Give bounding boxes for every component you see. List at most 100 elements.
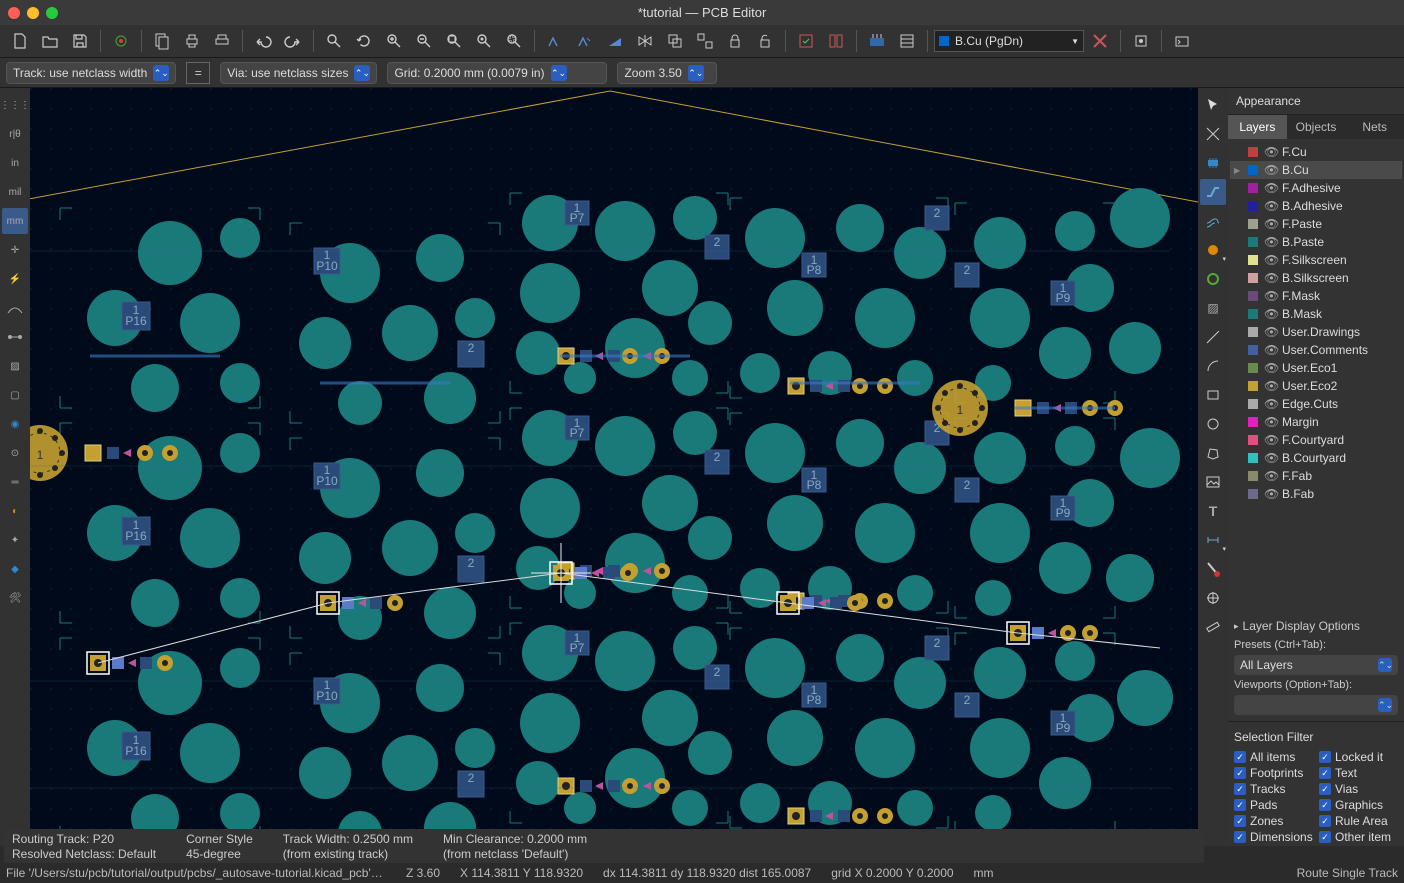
zoom-selection-icon[interactable]	[500, 27, 528, 55]
find-icon[interactable]	[320, 27, 348, 55]
visibility-eye-icon[interactable]: 👁	[1264, 343, 1276, 357]
layer-color-swatch[interactable]	[1248, 255, 1258, 265]
layer-color-swatch[interactable]	[1248, 201, 1258, 211]
visibility-eye-icon[interactable]: 👁	[1264, 397, 1276, 411]
filter-tracks[interactable]: ✓Tracks	[1234, 782, 1313, 796]
properties-icon[interactable]: 🛠	[2, 585, 28, 611]
visibility-eye-icon[interactable]: 👁	[1264, 235, 1276, 249]
filter-all-items[interactable]: ✓All items	[1234, 750, 1313, 764]
measure-tool-icon[interactable]	[1200, 614, 1226, 640]
ratsnest-toggle-icon[interactable]: ⚡	[2, 266, 28, 292]
layer-display-options[interactable]: Layer Display Options	[1228, 615, 1404, 637]
visibility-eye-icon[interactable]: 👁	[1264, 487, 1276, 501]
filter-footprints[interactable]: ✓Footprints	[1234, 766, 1313, 780]
layer-row-f-courtyard[interactable]: 👁F.Courtyard	[1230, 431, 1402, 449]
checkbox-icon[interactable]: ✓	[1234, 767, 1246, 779]
local-ratsnest-icon[interactable]	[1200, 121, 1226, 147]
schematic-icon[interactable]	[893, 27, 921, 55]
new-file-icon[interactable]	[6, 27, 34, 55]
visibility-eye-icon[interactable]: 👁	[1264, 181, 1276, 195]
visibility-eye-icon[interactable]: 👁	[1264, 433, 1276, 447]
layer-color-swatch[interactable]	[1248, 165, 1258, 175]
layer-color-swatch[interactable]	[1248, 489, 1258, 499]
filter-vias[interactable]: ✓Vias	[1319, 782, 1398, 796]
status-units[interactable]: mm	[974, 866, 994, 880]
page-settings-icon[interactable]	[148, 27, 176, 55]
refresh-icon[interactable]	[350, 27, 378, 55]
pcb-canvas[interactable]: 1 P7 2	[30, 88, 1198, 846]
visibility-eye-icon[interactable]: 👁	[1264, 271, 1276, 285]
layer-row-b-silkscreen[interactable]: 👁B.Silkscreen	[1230, 269, 1402, 287]
print-icon[interactable]	[178, 27, 206, 55]
add-via-icon[interactable]	[1200, 266, 1226, 292]
checkbox-icon[interactable]: ✓	[1319, 799, 1331, 811]
layer-row-f-silkscreen[interactable]: 👁F.Silkscreen	[1230, 251, 1402, 269]
layer-row-b-cu[interactable]: ▶👁B.Cu	[1230, 161, 1402, 179]
layer-color-swatch[interactable]	[1248, 327, 1258, 337]
layer-row-f-adhesive[interactable]: 👁F.Adhesive	[1230, 179, 1402, 197]
layer-manager-icon[interactable]: ◆	[2, 556, 28, 582]
layer-row-user-drawings[interactable]: 👁User.Drawings	[1230, 323, 1402, 341]
layer-row-b-paste[interactable]: 👁B.Paste	[1230, 233, 1402, 251]
add-dimension-icon[interactable]: ▾	[1200, 527, 1226, 553]
cursor-shape-icon[interactable]: ✛	[2, 237, 28, 263]
group-icon[interactable]	[661, 27, 689, 55]
visibility-eye-icon[interactable]: 👁	[1264, 307, 1276, 321]
visibility-eye-icon[interactable]: 👁	[1264, 199, 1276, 213]
zone-display-icon[interactable]: ▨	[2, 353, 28, 379]
layers-list[interactable]: 👁F.Cu▶👁B.Cu👁F.Adhesive👁B.Adhesive👁F.Past…	[1228, 139, 1404, 615]
set-origin-icon[interactable]	[1200, 585, 1226, 611]
add-image-icon[interactable]	[1200, 469, 1226, 495]
tab-layers[interactable]: Layers	[1228, 115, 1287, 139]
visibility-eye-icon[interactable]: 👁	[1264, 361, 1276, 375]
checkbox-icon[interactable]: ✓	[1234, 815, 1246, 827]
filter-text[interactable]: ✓Text	[1319, 766, 1398, 780]
redo-icon[interactable]	[279, 27, 307, 55]
zoom-fit-icon[interactable]	[440, 27, 468, 55]
undo-icon[interactable]	[249, 27, 277, 55]
viewports-select[interactable]: ⌃⌄	[1234, 695, 1398, 715]
presets-select[interactable]: All Layers ⌃⌄	[1234, 655, 1398, 675]
filter-pads[interactable]: ✓Pads	[1234, 798, 1313, 812]
mils-unit-icon[interactable]: mil	[2, 179, 28, 205]
tune-length-icon[interactable]: ▾	[1200, 237, 1226, 263]
rotate-ccw-icon[interactable]	[541, 27, 569, 55]
layer-color-swatch[interactable]	[1248, 435, 1258, 445]
layer-row-f-cu[interactable]: 👁F.Cu	[1230, 143, 1402, 161]
mm-unit-icon[interactable]: mm	[2, 208, 28, 234]
checkbox-icon[interactable]: ✓	[1319, 831, 1331, 843]
rotate-cw-icon[interactable]	[571, 27, 599, 55]
checkbox-icon[interactable]: ✓	[1319, 815, 1331, 827]
layer-row-f-fab[interactable]: 👁F.Fab	[1230, 467, 1402, 485]
scripting-icon[interactable]	[1168, 27, 1196, 55]
add-rect-icon[interactable]	[1200, 382, 1226, 408]
route-track-icon[interactable]	[1200, 179, 1226, 205]
visibility-eye-icon[interactable]: 👁	[1264, 253, 1276, 267]
delete-tool-icon[interactable]	[1200, 556, 1226, 582]
visibility-eye-icon[interactable]: 👁	[1264, 289, 1276, 303]
lock-icon[interactable]	[721, 27, 749, 55]
route-diff-pair-icon[interactable]	[1200, 208, 1226, 234]
filter-other-item[interactable]: ✓Other item	[1319, 830, 1398, 844]
visibility-eye-icon[interactable]: 👁	[1264, 469, 1276, 483]
checkbox-icon[interactable]: ✓	[1319, 767, 1331, 779]
polar-coord-icon[interactable]: r|θ	[2, 121, 28, 147]
zone-outline-icon[interactable]: ▢	[2, 382, 28, 408]
layer-color-swatch[interactable]	[1248, 345, 1258, 355]
net-highlight-icon[interactable]	[2, 324, 28, 350]
add-circle-icon[interactable]	[1200, 411, 1226, 437]
layer-row-b-fab[interactable]: 👁B.Fab	[1230, 485, 1402, 503]
layer-color-swatch[interactable]	[1248, 291, 1258, 301]
visibility-eye-icon[interactable]: 👁	[1264, 379, 1276, 393]
via-size-select[interactable]: Via: use netclass sizes ⌃⌄	[220, 62, 377, 84]
add-poly-icon[interactable]	[1200, 440, 1226, 466]
layer-color-swatch[interactable]	[1248, 399, 1258, 409]
layer-color-swatch[interactable]	[1248, 147, 1258, 157]
zoom-select[interactable]: Zoom 3.50 ⌃⌄	[617, 62, 717, 84]
layer-row-user-eco2[interactable]: 👁User.Eco2	[1230, 377, 1402, 395]
footprint-lib-icon[interactable]	[822, 27, 850, 55]
checkbox-icon[interactable]: ✓	[1319, 783, 1331, 795]
checkbox-icon[interactable]: ✓	[1319, 751, 1331, 763]
layer-color-swatch[interactable]	[1248, 273, 1258, 283]
layer-row-margin[interactable]: 👁Margin	[1230, 413, 1402, 431]
